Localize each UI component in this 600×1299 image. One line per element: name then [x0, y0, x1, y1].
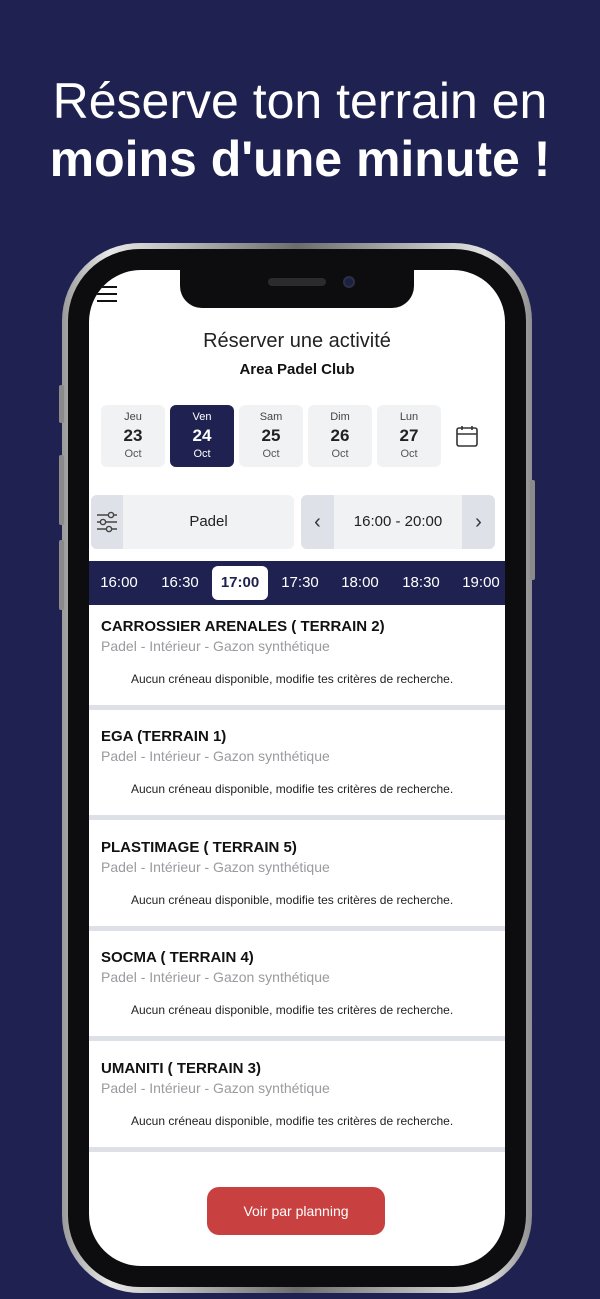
- phone-side-button: [59, 455, 64, 525]
- sliders-icon[interactable]: [91, 495, 123, 549]
- time-slot[interactable]: 17:30: [272, 566, 328, 600]
- promo-headline: Réserve ton terrain en moins d'une minut…: [0, 72, 600, 188]
- phone-notch: [180, 270, 414, 308]
- front-camera: [343, 276, 355, 288]
- speaker-grille: [268, 278, 326, 286]
- court-name: UMANITI ( TERRAIN 3): [101, 1060, 261, 1077]
- headline-line-2: moins d'une minute !: [49, 131, 551, 187]
- court-info: Padel - Intérieur - Gazon synthétique: [101, 1080, 330, 1096]
- court-info: Padel - Intérieur - Gazon synthétique: [101, 859, 330, 875]
- court-card[interactable]: EGA (TERRAIN 1) Padel - Intérieur - Gazo…: [89, 715, 505, 820]
- no-slot-message: Aucun créneau disponible, modifie tes cr…: [131, 672, 454, 686]
- day-month: Oct: [331, 448, 349, 460]
- time-range-selector: ‹ 16:00 - 20:00 ›: [301, 495, 495, 549]
- day-date: 27: [399, 426, 419, 445]
- time-slot[interactable]: 16:30: [152, 566, 208, 600]
- headline-line-1: Réserve ton terrain en: [52, 73, 548, 129]
- day-month: Oct: [193, 448, 211, 460]
- no-slot-message: Aucun créneau disponible, modifie tes cr…: [131, 893, 454, 907]
- time-range-label: 16:00 - 20:00: [353, 513, 443, 530]
- time-slot[interactable]: 18:00: [332, 566, 388, 600]
- app-screen: Réserver une activité Area Padel Club Je…: [89, 270, 505, 1266]
- court-info: Padel - Intérieur - Gazon synthétique: [101, 748, 330, 764]
- time-slot[interactable]: 19:00: [453, 566, 505, 600]
- day-card[interactable]: Sam 25 Oct: [239, 405, 303, 467]
- court-card[interactable]: CARROSSIER ARENALES ( TERRAIN 2) Padel -…: [89, 605, 505, 710]
- day-date: 23: [123, 426, 143, 445]
- day-card[interactable]: Lun 27 Oct: [377, 405, 441, 467]
- day-date: 25: [261, 426, 281, 445]
- court-card[interactable]: UMANITI ( TERRAIN 3) Padel - Intérieur -…: [89, 1047, 505, 1152]
- club-name: Area Padel Club: [239, 361, 355, 378]
- court-info: Padel - Intérieur - Gazon synthétique: [101, 638, 330, 654]
- no-slot-message: Aucun créneau disponible, modifie tes cr…: [131, 1003, 454, 1017]
- phone-side-button: [59, 385, 64, 423]
- day-month: Oct: [262, 448, 280, 460]
- time-slot-selected[interactable]: 17:00: [212, 566, 268, 600]
- chevron-left-icon[interactable]: ‹: [301, 495, 334, 549]
- day-name: Ven: [192, 411, 212, 423]
- page-title: Réserver une activité: [203, 330, 391, 352]
- day-name: Lun: [399, 411, 419, 423]
- day-name: Sam: [259, 411, 283, 423]
- activity-label: Padel: [189, 513, 228, 530]
- day-date: 24: [192, 426, 212, 445]
- day-name: Jeu: [124, 411, 142, 423]
- calendar-icon[interactable]: [455, 424, 479, 448]
- court-name: PLASTIMAGE ( TERRAIN 5): [101, 839, 297, 856]
- day-card-selected[interactable]: Ven 24 Oct: [170, 405, 234, 467]
- no-slot-message: Aucun créneau disponible, modifie tes cr…: [131, 1114, 454, 1128]
- view-planning-button[interactable]: Voir par planning: [207, 1187, 385, 1235]
- day-date: 26: [330, 426, 350, 445]
- day-card[interactable]: Dim 26 Oct: [308, 405, 372, 467]
- court-info: Padel - Intérieur - Gazon synthétique: [101, 969, 330, 985]
- no-slot-message: Aucun créneau disponible, modifie tes cr…: [131, 782, 454, 796]
- court-name: CARROSSIER ARENALES ( TERRAIN 2): [101, 618, 385, 635]
- time-slot[interactable]: 16:00: [91, 566, 147, 600]
- phone-side-button: [59, 540, 64, 610]
- time-slot[interactable]: 18:30: [393, 566, 449, 600]
- day-card[interactable]: Jeu 23 Oct: [101, 405, 165, 467]
- chevron-right-icon[interactable]: ›: [462, 495, 495, 549]
- court-name: EGA (TERRAIN 1): [101, 728, 227, 745]
- activity-filter[interactable]: Padel: [91, 495, 294, 549]
- day-month: Oct: [400, 448, 418, 460]
- time-slot-bar: 16:00 16:30 17:00 17:30 18:00 18:30 19:0…: [89, 561, 505, 605]
- day-month: Oct: [124, 448, 142, 460]
- court-card[interactable]: PLASTIMAGE ( TERRAIN 5) Padel - Intérieu…: [89, 826, 505, 931]
- court-card[interactable]: SOCMA ( TERRAIN 4) Padel - Intérieur - G…: [89, 936, 505, 1041]
- day-name: Dim: [330, 411, 350, 423]
- phone-side-button: [530, 480, 535, 580]
- hamburger-menu-icon[interactable]: [97, 286, 117, 302]
- court-name: SOCMA ( TERRAIN 4): [101, 949, 254, 966]
